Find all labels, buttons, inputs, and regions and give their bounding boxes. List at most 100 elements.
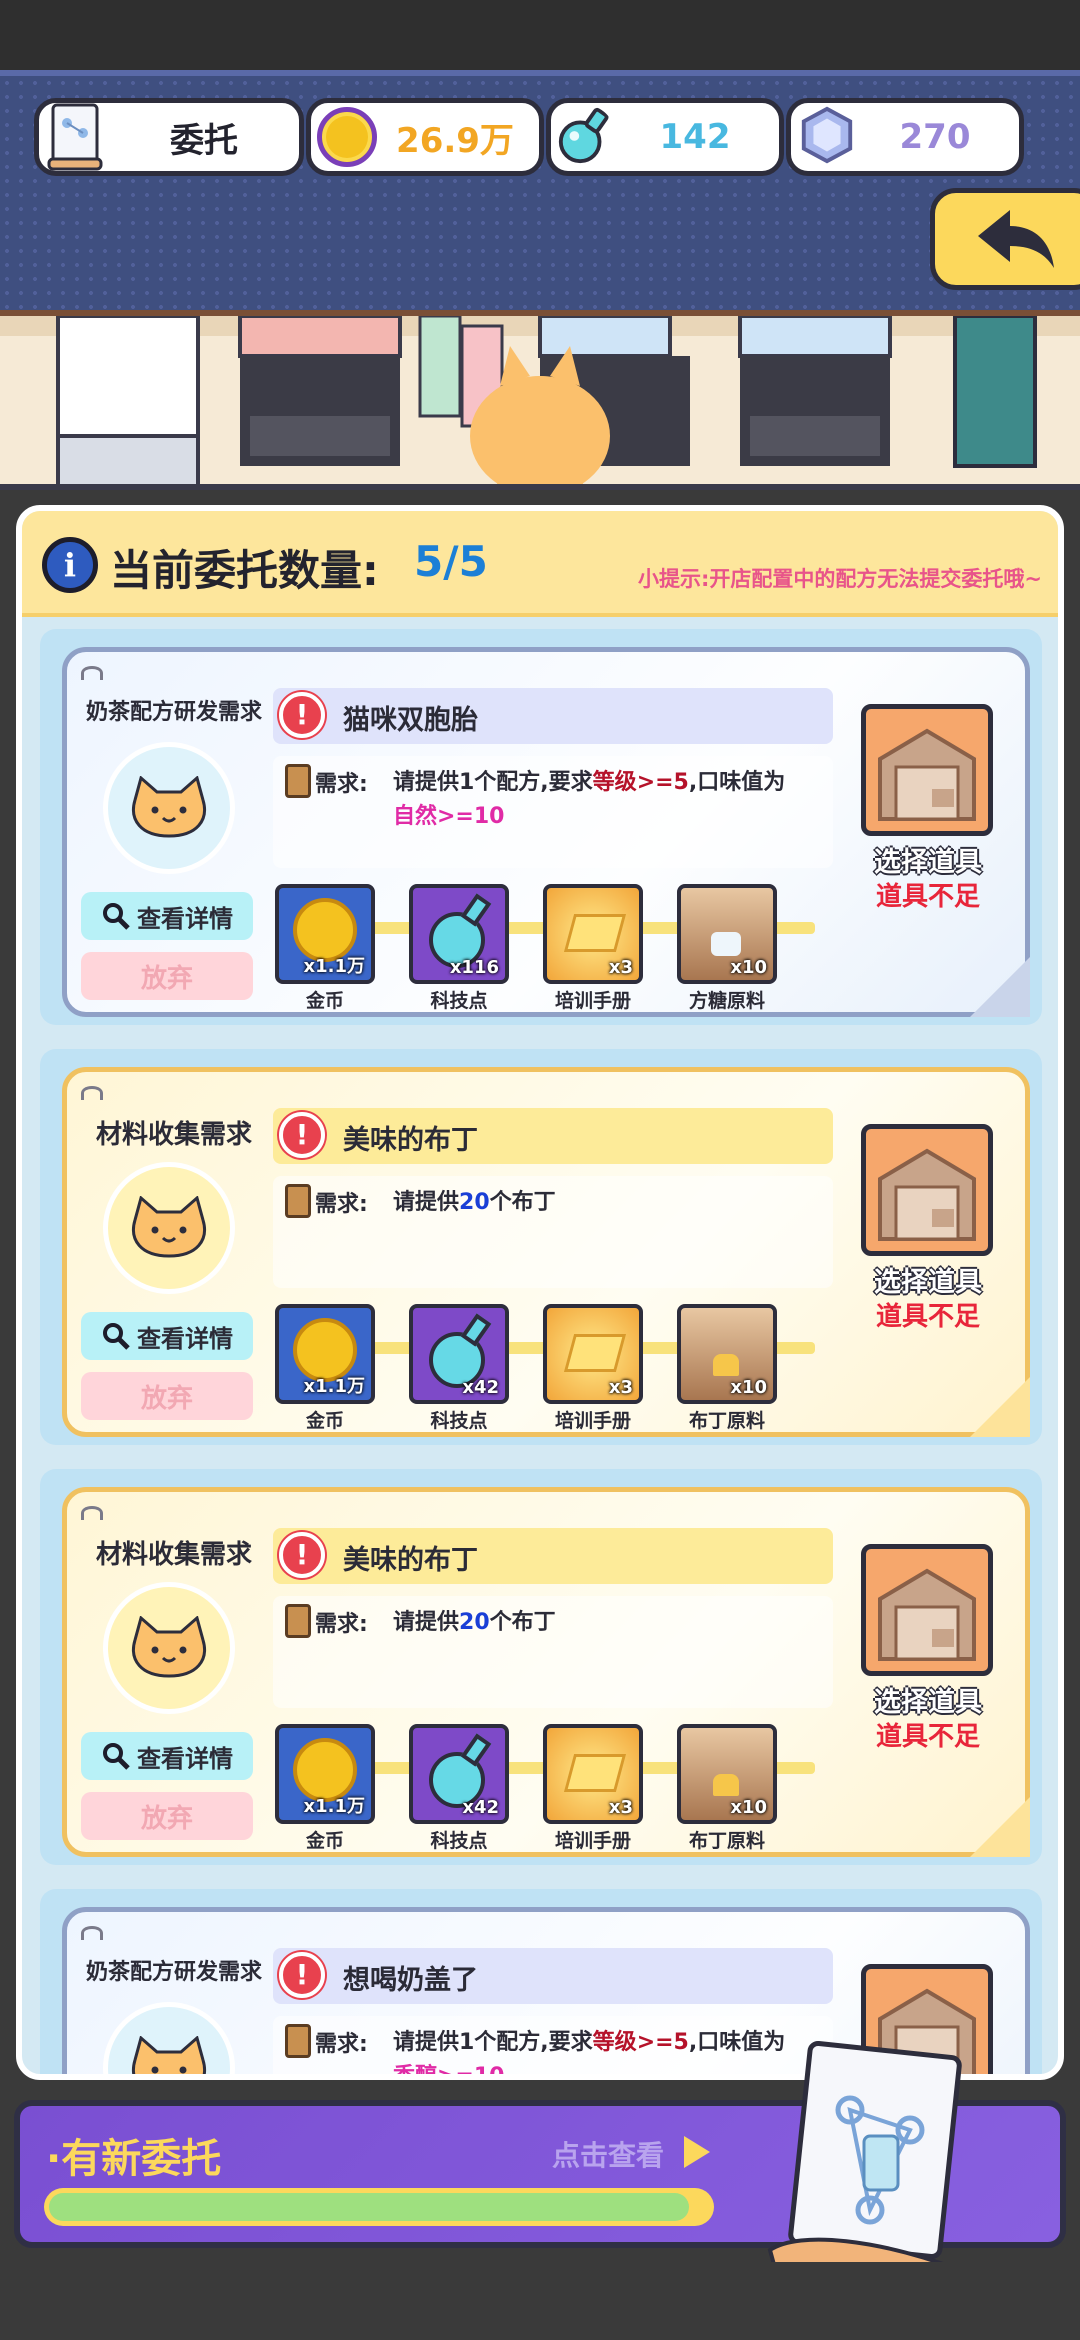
view-details-button[interactable]: 查看详情: [81, 1312, 253, 1360]
insufficient-label: 道具不足: [875, 882, 980, 912]
back-button[interactable]: [930, 188, 1080, 290]
card-title: 想喝奶盖了: [343, 1965, 478, 1996]
office-scene: [0, 310, 1080, 490]
reward-item[interactable]: x1.1万 金币: [275, 1304, 375, 1433]
card-title-bar: ! 美味的布丁: [273, 1108, 833, 1164]
commission-count-value: 5/5: [414, 537, 488, 586]
select-item-button[interactable]: [861, 1544, 993, 1676]
gem-value: 270: [899, 117, 971, 157]
abandon-label: 放弃: [140, 1803, 193, 1834]
requirement-text: 请提供20个布丁: [393, 1190, 556, 1215]
status-bar: [0, 0, 1080, 70]
requirement-box: 需求: 请提供20个布丁: [273, 1176, 833, 1288]
document-icon: [767, 2041, 963, 2289]
insufficient-label: 道具不足: [875, 1722, 980, 1752]
commission-header: i 当前委托数量: 5/5 小提示:开店配置中的配方无法提交委托哦~: [22, 511, 1058, 617]
pin-icon: [81, 1086, 103, 1100]
abandon-button[interactable]: 放弃: [81, 952, 253, 1000]
task-tab-label: 委托: [170, 120, 238, 161]
new-commission-label: ·有新委托: [46, 2136, 222, 2182]
pudding-icon: x10: [677, 1724, 777, 1824]
abandon-button[interactable]: 放弃: [81, 1792, 253, 1840]
reward-item[interactable]: x42 科技点: [409, 1304, 509, 1433]
select-item-label: 选择道具: [874, 847, 982, 878]
reward-item[interactable]: x10 布丁原料: [677, 1724, 777, 1853]
clipboard-icon: [285, 1184, 311, 1218]
card-title: 美味的布丁: [343, 1125, 478, 1156]
commission-count-label: 当前委托数量:: [110, 546, 379, 595]
abandon-label: 放弃: [140, 1383, 193, 1414]
reward-item[interactable]: x42 科技点: [409, 1724, 509, 1853]
reward-item[interactable]: x10 布丁原料: [677, 1304, 777, 1433]
reward-item[interactable]: x3 培训手册: [543, 884, 643, 1013]
reward-item[interactable]: x3 培训手册: [543, 1724, 643, 1853]
exclamation-icon: !: [279, 1112, 325, 1158]
coin-value: 26.9万: [396, 120, 514, 161]
warehouse-icon: [878, 1148, 976, 1241]
flask-icon: x116: [409, 884, 509, 984]
clipboard-icon: [285, 2024, 311, 2058]
select-item-button[interactable]: [861, 704, 993, 836]
card-title-bar: ! 想喝奶盖了: [273, 1948, 833, 2004]
reward-item[interactable]: x116 科技点: [409, 884, 509, 1013]
magnifier-icon: [103, 1743, 130, 1770]
cat-avatar: [103, 1162, 235, 1294]
coin-counter[interactable]: 26.9万: [306, 98, 544, 176]
sugar-icon: x10: [677, 884, 777, 984]
abandon-button[interactable]: 放弃: [81, 1372, 253, 1420]
view-details-button[interactable]: 查看详情: [81, 892, 253, 940]
view-details-button[interactable]: 查看详情: [81, 1732, 253, 1780]
gem-counter[interactable]: 270: [786, 98, 1024, 176]
reward-item[interactable]: x1.1万 金币: [275, 884, 375, 1013]
cat-avatar: [103, 2002, 235, 2074]
commission-card: 材料收集需求 查看详情 放弃 ! 美味的布丁 需求: 请提供20个布丁 x1.1…: [40, 1469, 1042, 1865]
reward-item[interactable]: x1.1万 金币: [275, 1724, 375, 1853]
warehouse-icon: [878, 1568, 976, 1661]
coin-icon: x1.1万: [275, 1304, 375, 1404]
play-arrow-icon: [684, 2136, 710, 2168]
cat-face-icon: [132, 2036, 206, 2074]
cat-face-icon: [132, 1196, 206, 1258]
pin-icon: [81, 1926, 103, 1940]
card-type: 奶茶配方研发需求: [85, 700, 262, 725]
task-tab[interactable]: 委托: [34, 98, 304, 176]
select-item-button[interactable]: [861, 1124, 993, 1256]
card-type: 材料收集需求: [95, 1120, 252, 1150]
manual-icon: x3: [543, 1724, 643, 1824]
card-title: 美味的布丁: [343, 1545, 478, 1576]
exclamation-icon: !: [279, 1532, 325, 1578]
progress-bar: [44, 2188, 714, 2226]
pudding-icon: x10: [677, 1304, 777, 1404]
requirement-label: 需求:: [315, 772, 368, 797]
check-label[interactable]: 点击查看: [552, 2134, 664, 2174]
commission-list[interactable]: 奶茶配方研发需求 查看详情 放弃 ! 猫咪双胞胎 需求: 请提供1个配方,要求等…: [22, 617, 1058, 2080]
flask-icon: x42: [409, 1304, 509, 1404]
card-paper: 材料收集需求 查看详情 放弃 ! 美味的布丁 需求: 请提供20个布丁 x1.1…: [62, 1487, 1030, 1857]
view-details-label: 查看详情: [137, 1744, 233, 1773]
commission-panel: i 当前委托数量: 5/5 小提示:开店配置中的配方无法提交委托哦~ 奶茶配方研…: [16, 505, 1064, 2080]
progress-fill: [49, 2193, 690, 2221]
commission-card: 奶茶配方研发需求 查看详情 放弃 ! 猫咪双胞胎 需求: 请提供1个配方,要求等…: [40, 629, 1042, 1025]
view-details-label: 查看详情: [137, 1324, 233, 1353]
requirement-label: 需求:: [315, 1192, 368, 1217]
cat-avatar: [103, 1582, 235, 1714]
card-title-bar: ! 猫咪双胞胎: [273, 688, 833, 744]
back-arrow-icon: [978, 210, 1054, 268]
info-icon[interactable]: i: [42, 537, 98, 593]
reward-item[interactable]: x3 培训手册: [543, 1304, 643, 1433]
reward-list: x1.1万 金币 x42 科技点 x3 培训手册 x10 布丁原料: [275, 1304, 815, 1434]
cat-face-icon: [132, 1616, 206, 1678]
magnifier-icon: [103, 903, 130, 930]
clipboard-icon: [285, 1604, 311, 1638]
requirement-text: 请提供1个配方,要求等级>=5,口味值为 香醇>=10: [393, 2030, 786, 2080]
tech-counter[interactable]: 142: [546, 98, 784, 176]
tech-value: 142: [659, 117, 731, 157]
coin-icon: x1.1万: [275, 1724, 375, 1824]
reward-item[interactable]: x10 方糖原料: [677, 884, 777, 1013]
manual-icon: x3: [543, 1304, 643, 1404]
card-paper: 材料收集需求 查看详情 放弃 ! 美味的布丁 需求: 请提供20个布丁 x1.1…: [62, 1067, 1030, 1437]
card-type: 材料收集需求: [95, 1540, 252, 1570]
insufficient-label: 道具不足: [875, 1302, 980, 1332]
manual-icon: x3: [543, 884, 643, 984]
coin-icon: x1.1万: [275, 884, 375, 984]
